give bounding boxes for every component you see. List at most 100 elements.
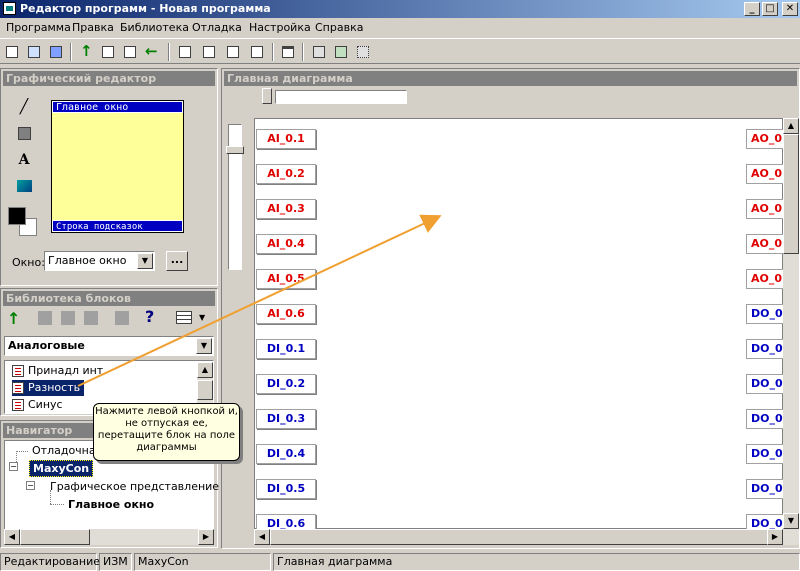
view-mode-icon[interactable]: [176, 311, 192, 324]
scroll-down-icon[interactable]: ▼: [783, 513, 799, 529]
library-item[interactable]: Синус: [12, 397, 63, 413]
library-category-select[interactable]: Аналоговые ▼: [4, 336, 214, 356]
screen-title: Главное окно: [52, 101, 183, 113]
output-block[interactable]: DO_0: [746, 339, 788, 359]
toolbar-page3-icon[interactable]: [224, 43, 242, 61]
toolbar-page-icon[interactable]: [176, 43, 194, 61]
diagram-canvas[interactable]: [254, 118, 783, 529]
scroll-thumb[interactable]: [270, 529, 770, 545]
view-mode-chevron-icon[interactable]: ▼: [199, 313, 205, 322]
screen-preview[interactable]: Главное окно Строка подсказок: [51, 100, 184, 233]
menu-edit[interactable]: Правка: [72, 21, 114, 34]
tree-item-graphic[interactable]: Графическое представление: [50, 480, 219, 493]
scroll-up-icon[interactable]: ▲: [197, 362, 213, 378]
menu-library[interactable]: Библиотека: [120, 21, 189, 34]
scroll-right-icon[interactable]: ▶: [198, 529, 214, 545]
input-block[interactable]: DI_0.4: [256, 444, 316, 464]
toolbar-page4-icon[interactable]: [248, 43, 266, 61]
block-icon: [12, 399, 24, 411]
drag-tooltip-text: Нажмите левой кнопкой и, не отпуская ее,…: [95, 406, 238, 453]
library-header: Библиотека блоков: [3, 291, 215, 306]
toolbar-copy-icon[interactable]: [99, 43, 117, 61]
help-icon[interactable]: ?: [145, 307, 154, 326]
input-block[interactable]: DI_0.3: [256, 409, 316, 429]
scroll-thumb[interactable]: [783, 134, 799, 254]
output-block[interactable]: AO_0: [746, 269, 788, 289]
scroll-thumb[interactable]: [197, 380, 213, 400]
zoom-track[interactable]: [275, 90, 407, 104]
vertical-slider-thumb[interactable]: [226, 146, 244, 154]
output-block[interactable]: AO_0: [746, 234, 788, 254]
scroll-left-icon[interactable]: ◀: [254, 529, 270, 545]
maximize-button[interactable]: □: [762, 2, 778, 16]
window-title: Редактор программ - Новая программа: [20, 2, 271, 15]
toolbar-copy-block-icon[interactable]: [310, 43, 328, 61]
chevron-down-icon[interactable]: ▼: [196, 338, 212, 354]
menu-help[interactable]: Справка: [315, 21, 363, 34]
menu-debug[interactable]: Отладка: [192, 21, 242, 34]
toolbar-insert-block-icon[interactable]: [332, 43, 350, 61]
close-button[interactable]: ✕: [782, 2, 798, 16]
input-block[interactable]: AI_0.3: [256, 199, 316, 219]
scroll-thumb[interactable]: [20, 529, 90, 545]
screen-hint: Строка подсказок: [52, 220, 183, 232]
library-item[interactable]: Принадл инт: [12, 363, 103, 379]
toolbar-delete-block-icon[interactable]: [354, 43, 372, 61]
output-block[interactable]: AO_0: [746, 199, 788, 219]
library-block1-icon[interactable]: [38, 311, 52, 325]
input-block[interactable]: AI_0.4: [256, 234, 316, 254]
scroll-left-icon[interactable]: ◀: [4, 529, 20, 545]
library-block4-icon[interactable]: [115, 311, 129, 325]
output-block[interactable]: DO_0: [746, 409, 788, 429]
toolbar-save-icon[interactable]: [47, 43, 65, 61]
tree-item-main-window[interactable]: Главное окно: [68, 498, 154, 511]
output-block[interactable]: DO_0: [746, 444, 788, 464]
toolbar-open-icon[interactable]: [25, 43, 43, 61]
library-block3-icon[interactable]: [84, 311, 98, 325]
toolbar-separator: [70, 43, 72, 61]
output-block[interactable]: DO_0: [746, 304, 788, 324]
input-block[interactable]: AI_0.6: [256, 304, 316, 324]
status-diagram: Главная диаграмма: [273, 553, 800, 571]
toolbar-up-icon[interactable]: ↑: [77, 42, 95, 61]
output-block[interactable]: DO_0: [746, 374, 788, 394]
menu-bar: Программа Правка Библиотека Отладка Наст…: [0, 18, 800, 38]
output-block[interactable]: DO_0: [746, 479, 788, 499]
scroll-right-icon[interactable]: ▶: [767, 529, 783, 545]
output-block[interactable]: AO_0: [746, 129, 788, 149]
foreground-color-icon[interactable]: [8, 207, 26, 225]
tree-collapse-icon[interactable]: −: [26, 481, 35, 490]
window-more-button[interactable]: ...: [166, 251, 188, 271]
library-block2-icon[interactable]: [61, 311, 75, 325]
toolbar-back-icon[interactable]: ←: [143, 42, 161, 61]
input-block[interactable]: DI_0.1: [256, 339, 316, 359]
window-select[interactable]: Главное окно ▼: [44, 251, 155, 271]
input-block[interactable]: AI_0.5: [256, 269, 316, 289]
library-up-icon[interactable]: ↑: [7, 309, 20, 328]
library-category-value: Аналоговые: [8, 339, 85, 352]
input-block[interactable]: AI_0.2: [256, 164, 316, 184]
toolbar-calendar-icon[interactable]: [279, 43, 297, 61]
library-item-selected[interactable]: Разность: [12, 380, 85, 396]
rectangle-tool-icon[interactable]: [14, 124, 34, 144]
minimize-button[interactable]: _: [744, 2, 760, 16]
image-tool-icon[interactable]: [14, 176, 34, 196]
input-block[interactable]: AI_0.1: [256, 129, 316, 149]
output-block[interactable]: AO_0: [746, 164, 788, 184]
tree-item-debug[interactable]: Отладочная: [32, 444, 102, 457]
text-tool-icon[interactable]: A: [14, 150, 34, 170]
menu-program[interactable]: Программа: [6, 21, 71, 34]
line-tool-icon[interactable]: ╱: [14, 97, 34, 117]
menu-settings[interactable]: Настройка: [249, 21, 311, 34]
tree-item-maxycon[interactable]: MaxyCon: [29, 460, 94, 477]
input-block[interactable]: DI_0.2: [256, 374, 316, 394]
chevron-down-icon[interactable]: ▼: [137, 253, 153, 269]
scroll-up-icon[interactable]: ▲: [783, 118, 799, 134]
toolbar-new-icon[interactable]: [3, 43, 21, 61]
window-select-value: Главное окно: [48, 254, 127, 267]
toolbar-paste-icon[interactable]: [121, 43, 139, 61]
input-block[interactable]: DI_0.5: [256, 479, 316, 499]
zoom-slider-thumb[interactable]: [262, 88, 272, 104]
tree-collapse-icon[interactable]: −: [9, 462, 18, 471]
toolbar-page2-icon[interactable]: [200, 43, 218, 61]
